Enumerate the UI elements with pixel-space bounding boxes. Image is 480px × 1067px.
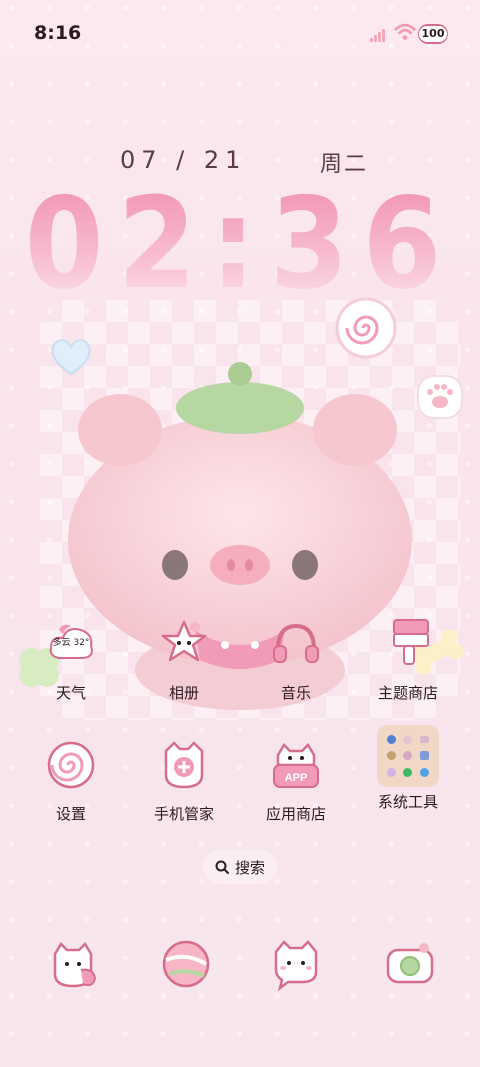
- app-label: 天气: [55, 684, 86, 702]
- app-label: 系统工具: [377, 793, 438, 811]
- search-button[interactable]: 搜索: [203, 850, 277, 884]
- gallery-icon: [161, 620, 207, 662]
- search-icon: [215, 860, 229, 874]
- weather-condition: 多云: [52, 638, 71, 648]
- battery-indicator: 100: [418, 24, 448, 44]
- weather-temperature: 32°: [73, 638, 90, 648]
- phone-manager-icon: [164, 741, 204, 789]
- system-tools-folder-icon: [377, 725, 439, 787]
- swirl-candy-icon: [335, 297, 397, 359]
- app-label: 相册: [168, 684, 199, 702]
- clock-time: 02:36: [24, 170, 456, 317]
- app-label: 音乐: [280, 684, 311, 702]
- app-label: 应用商店: [265, 805, 326, 823]
- theme-store-icon: [393, 619, 429, 665]
- clock-widget[interactable]: 02:36: [0, 170, 480, 317]
- music-icon: [273, 623, 319, 663]
- app-weather[interactable]: 多云 32° 天气: [21, 614, 121, 703]
- messages-icon[interactable]: [266, 934, 326, 994]
- signal-icon: [370, 28, 388, 42]
- phone-icon[interactable]: [43, 934, 103, 994]
- camera-icon[interactable]: [380, 934, 440, 994]
- app-label: 主题商店: [377, 684, 438, 702]
- app-label: 设置: [55, 805, 86, 823]
- status-bar: 8:16 100: [0, 0, 480, 68]
- app-gallery[interactable]: 相册: [134, 614, 234, 703]
- app-system-tools-folder[interactable]: 系统工具: [358, 725, 458, 812]
- paw-decoration-icon: [417, 375, 463, 419]
- search-label: 搜索: [234, 858, 265, 877]
- app-phone-manager[interactable]: 手机管家: [134, 735, 234, 824]
- app-store-icon: APP: [273, 742, 319, 788]
- app-theme-store[interactable]: 主题商店: [358, 614, 458, 703]
- app-settings[interactable]: 设置: [21, 735, 121, 824]
- app-music[interactable]: 音乐: [246, 614, 346, 703]
- settings-icon: [47, 741, 95, 789]
- wifi-icon: [394, 23, 416, 40]
- app-label: 手机管家: [153, 805, 214, 823]
- browser-icon[interactable]: [156, 934, 216, 994]
- app-store-badge: APP: [285, 772, 308, 784]
- app-app-store[interactable]: APP 应用商店: [246, 735, 346, 824]
- status-time: 8:16: [34, 22, 82, 44]
- battery-level: 100: [418, 26, 448, 42]
